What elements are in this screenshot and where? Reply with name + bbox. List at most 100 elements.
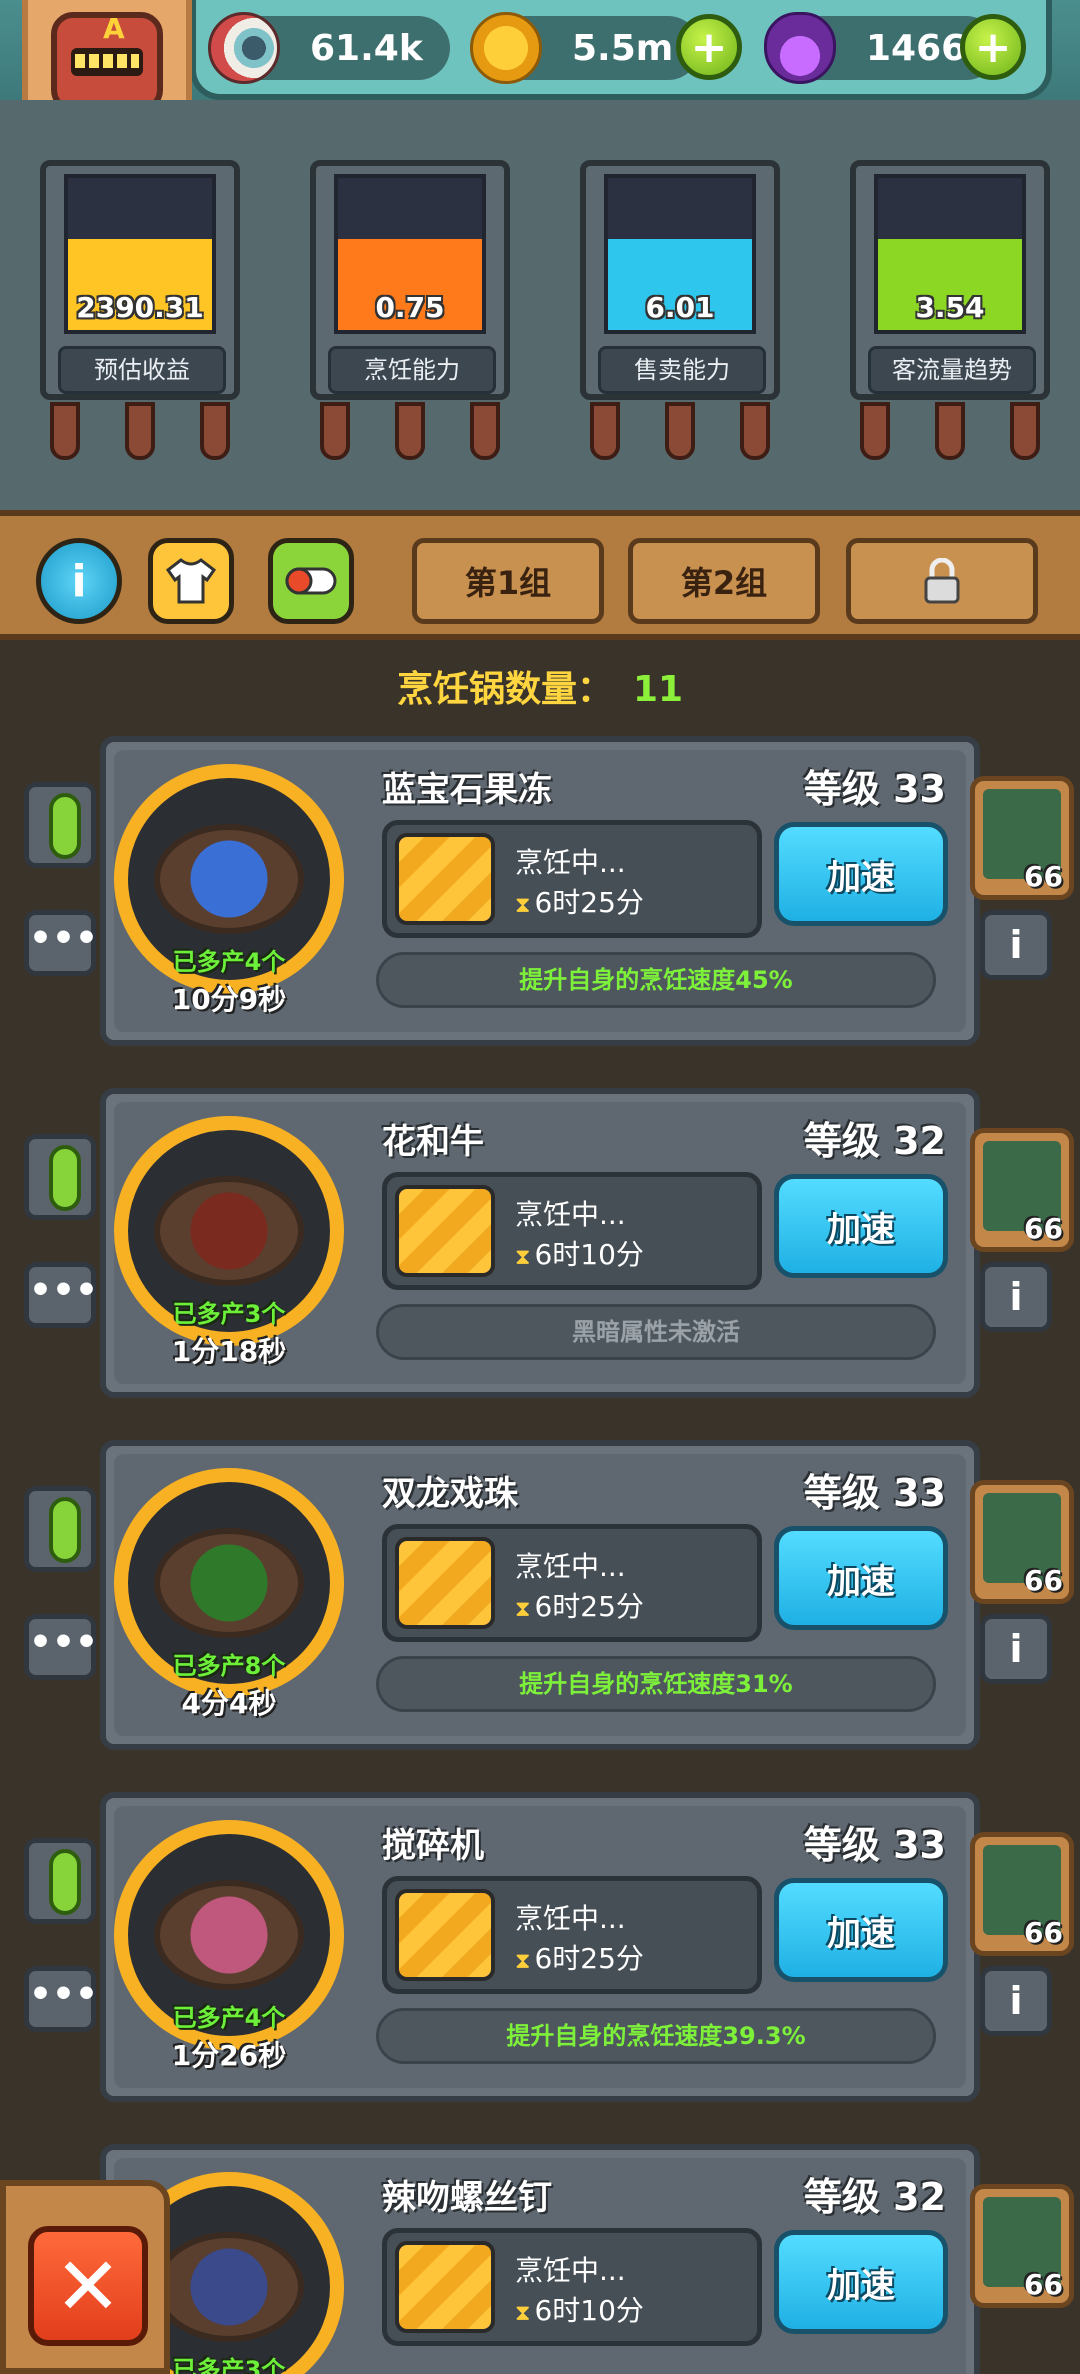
speed-up-button[interactable]: 加速 (774, 2230, 948, 2334)
hourglass-icon: ⧗ (515, 1245, 531, 1270)
chef-card[interactable]: 66 (970, 1480, 1074, 1604)
cooking-status: 烹饪中... (515, 1902, 626, 1935)
dish-name: 蓝宝石果冻 (382, 770, 552, 810)
cooking-status: 烹饪中... (515, 1550, 626, 1583)
dish-image[interactable] (154, 1528, 304, 1638)
dish-image[interactable] (154, 2232, 304, 2342)
shirt-icon[interactable] (148, 538, 234, 624)
cooking-time: ⧗ 6时10分 (515, 2289, 644, 2329)
cooking-time: ⧗ 6时25分 (515, 1585, 644, 1625)
dish-image[interactable] (154, 1880, 304, 1990)
bonus-text: 提升自身的烹饪速度45% (376, 952, 936, 1008)
hourglass-icon: ⧗ (515, 2301, 531, 2326)
gauge-glass: 0.75 (334, 174, 486, 334)
gauge-value: 0.75 (375, 291, 445, 324)
dish-name: 搅碎机 (382, 1826, 484, 1866)
speed-up-button[interactable]: 加速 (774, 1174, 948, 1278)
cooking-time: ⧗ 6时25分 (515, 1937, 644, 1977)
hourglass-icon: ⧗ (515, 1597, 531, 1622)
chef-card[interactable]: 66 (970, 1128, 1074, 1252)
pot-card: ••• 已多产4个 10分9秒 蓝宝石果冻 等级 33 烹饪中... ⧗ 6时25… (24, 736, 1074, 1046)
hourglass-icon: ⧗ (515, 893, 531, 918)
coin-icon (470, 12, 542, 84)
pot-card: ••• 已多产8个 4分4秒 双龙戏珠 等级 33 烹饪中... ⧗ 6时25分 … (24, 1440, 1074, 1750)
speed-up-button[interactable]: 加速 (774, 822, 948, 926)
dish-info-button[interactable]: i (980, 910, 1052, 980)
avatar-rank-letter: A (103, 12, 125, 45)
pot-toggle[interactable] (24, 782, 96, 868)
cooking-time-value: 6时10分 (534, 2294, 644, 2327)
speed-up-button[interactable]: 加速 (774, 1526, 948, 1630)
progress-fill (395, 1537, 495, 1629)
extra-produced: 已多产4个 (172, 948, 286, 976)
monster-avatar-icon: A (51, 12, 163, 112)
chef-count: 66 (1024, 1916, 1063, 1949)
dish-image[interactable] (154, 824, 304, 934)
pot-toggle[interactable] (24, 1486, 96, 1572)
cooking-time-value: 6时25分 (534, 1590, 644, 1623)
more-options-button[interactable]: ••• (24, 1262, 98, 1328)
coins-value: 5.5m (572, 27, 674, 69)
gauge-glass: 2390.31 (64, 174, 216, 334)
toggle-arrow-icon (49, 1145, 81, 1211)
cooking-time: ⧗ 6时25分 (515, 881, 644, 921)
gauge-value: 3.54 (915, 291, 985, 324)
cooking-status: 烹饪中... (515, 1198, 626, 1231)
more-options-button[interactable]: ••• (24, 910, 98, 976)
add-potions-button[interactable]: + (960, 14, 1026, 80)
shirt-icon-shape (166, 558, 216, 604)
more-options-button[interactable]: ••• (24, 1966, 98, 2032)
extra-produced: 已多产4个 (172, 2004, 286, 2032)
cooking-time-value: 6时10分 (534, 1238, 644, 1271)
cooking-time-value: 6时25分 (534, 886, 644, 919)
pot-toggle[interactable] (24, 1134, 96, 1220)
potion-icon (764, 12, 836, 84)
dish-countdown: 4分4秒 (181, 1687, 277, 1720)
coins-resource: 5.5m (470, 12, 700, 84)
locked-group-button[interactable] (846, 538, 1038, 624)
extra-produced: 已多产3个 (172, 1300, 286, 1328)
dish-level: 等级 33 (803, 767, 946, 811)
gauge-label: 客流量趋势 (868, 346, 1036, 394)
add-coins-button[interactable]: + (676, 14, 742, 80)
gauge-tube: 2390.31 预估收益 (40, 160, 240, 400)
chef-card[interactable]: 66 (970, 776, 1074, 900)
gauge-pipes (50, 402, 230, 462)
dish-countdown: 10分9秒 (171, 983, 287, 1016)
bonus-text: 黑暗属性未激活 (376, 1304, 936, 1360)
pot-card: ••• 已多产3个 1分18秒 花和牛 等级 32 烹饪中... ⧗ 6时10分 … (24, 1088, 1074, 1398)
cooking-progress: 烹饪中... ⧗ 6时25分 (382, 820, 762, 938)
cooking-progress: 烹饪中... ⧗ 6时10分 (382, 2228, 762, 2346)
info-icon[interactable]: i (36, 538, 122, 624)
eyes-resource: 61.4k (208, 12, 450, 84)
dish-image[interactable] (154, 1176, 304, 1286)
pill-icon[interactable] (268, 538, 354, 624)
more-options-button[interactable]: ••• (24, 1614, 98, 1680)
dish-level: 等级 33 (803, 1823, 946, 1867)
group-1-button[interactable]: 第1组 (412, 538, 604, 624)
gauge-glass: 3.54 (874, 174, 1026, 334)
chef-card[interactable]: 66 (970, 2184, 1074, 2308)
dish-info-button[interactable]: i (980, 1262, 1052, 1332)
dish-level: 等级 32 (803, 1119, 946, 1163)
group-2-button[interactable]: 第2组 (628, 538, 820, 624)
chef-card[interactable]: 66 (970, 1832, 1074, 1956)
dish-info-button[interactable]: i (980, 1966, 1052, 2036)
progress-fill (395, 1185, 495, 1277)
chef-count: 66 (1024, 1212, 1063, 1245)
pot-card: 已多产3个 辣吻螺丝钉 等级 32 烹饪中... ⧗ 6时10分 加速 66 (100, 2144, 1074, 2374)
speed-up-button[interactable]: 加速 (774, 1878, 948, 1982)
eyes-value: 61.4k (310, 27, 423, 69)
pot-count: 烹饪锅数量： 11 (0, 660, 1080, 712)
gauge-tube: 3.54 客流量趋势 (850, 160, 1050, 400)
dish-info-button[interactable]: i (980, 1614, 1052, 1684)
pot-count-label: 烹饪锅数量： (396, 669, 613, 710)
pot-toggle[interactable] (24, 1838, 96, 1924)
close-button[interactable]: ✕ (28, 2226, 148, 2346)
eyeball-icon (208, 12, 280, 84)
cooking-time: ⧗ 6时10分 (515, 1233, 644, 1273)
hourglass-icon: ⧗ (515, 1949, 531, 1974)
cooking-progress: 烹饪中... ⧗ 6时25分 (382, 1524, 762, 1642)
progress-fill (395, 833, 495, 925)
cooking-progress: 烹饪中... ⧗ 6时10分 (382, 1172, 762, 1290)
